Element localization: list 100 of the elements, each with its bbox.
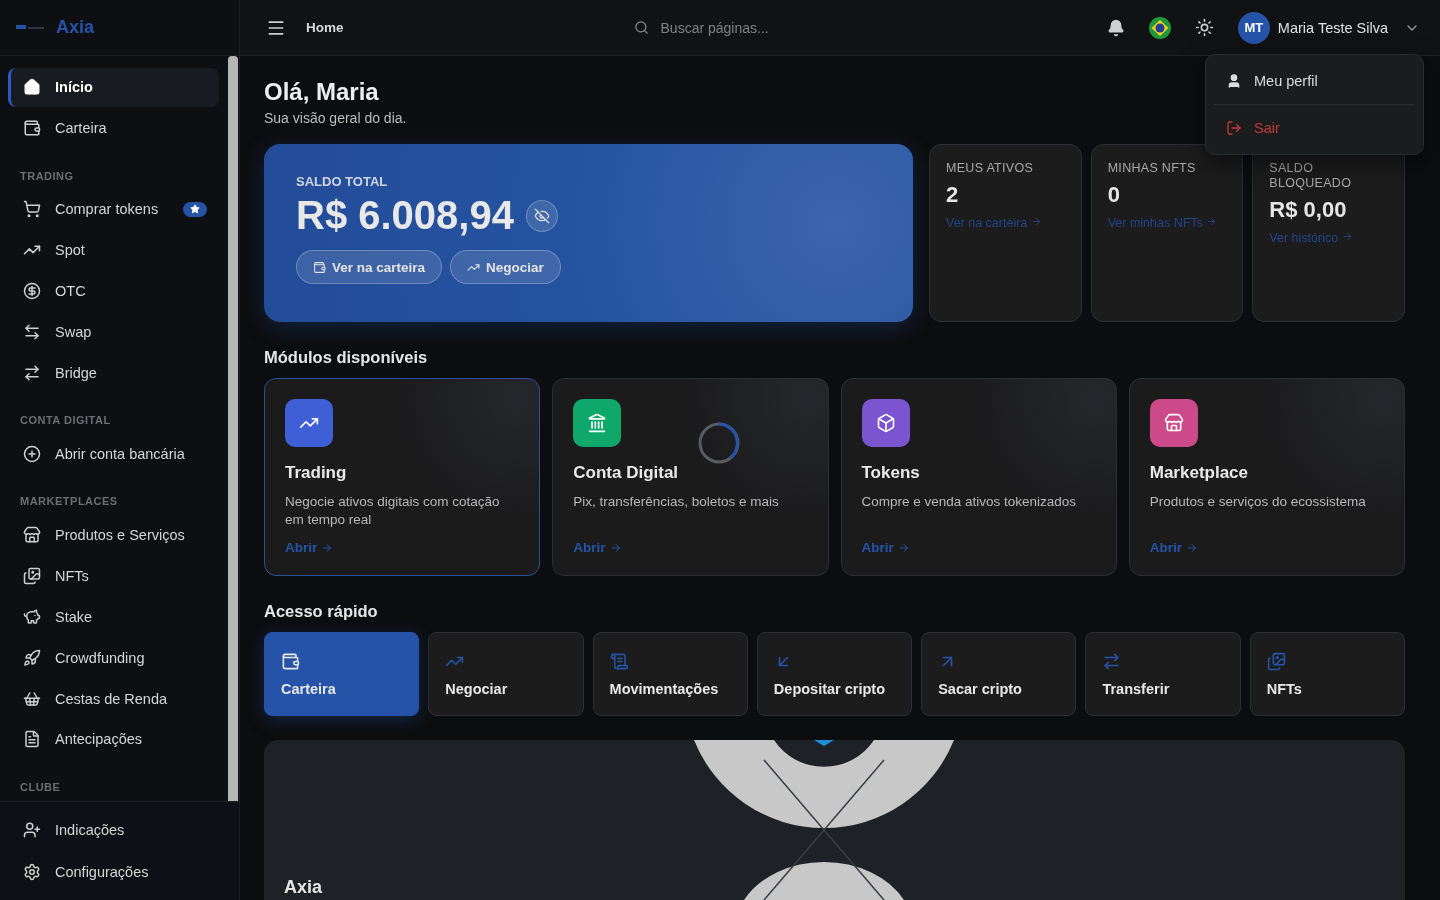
document-icon [23, 730, 41, 749]
module-title: Conta Digital [573, 463, 679, 483]
item-label: NFTs [55, 567, 89, 584]
module-description: Negocie ativos digitais com cotação em tempo real [285, 493, 501, 529]
item-label: Configurações [55, 864, 149, 880]
item-label: Stake [55, 608, 93, 625]
sidebar-item[interactable]: Stake [8, 597, 219, 637]
stat-value: R$ 0,00 [1269, 197, 1347, 223]
greeting-subtitle: Sua visão geral do dia. [264, 110, 407, 126]
module-card[interactable]: Tokens Compre e venda ativos tokenizados Abrir [840, 378, 1117, 576]
user-plus-icon [23, 821, 41, 839]
document-icon [609, 651, 629, 671]
module-card[interactable]: Conta Digital Pix, transferências, boletos e mais Abrir [552, 378, 829, 576]
item-label: Comprar tokens [55, 201, 159, 218]
breadcrumb: Home [306, 20, 344, 35]
plus-circle-icon [23, 444, 41, 463]
arrow-right-icon [1186, 541, 1198, 554]
user-menu-button[interactable]: MT Maria Teste Silva [1237, 11, 1420, 44]
menu-item[interactable]: Meu perfil [1212, 61, 1417, 101]
sidebar-item[interactable]: Configurações [8, 852, 231, 892]
section-heading: MARKETPLACES [19, 494, 119, 510]
sidebar-item[interactable]: Produtos e Serviços [8, 515, 219, 555]
wallet-icon [281, 651, 300, 671]
stat-label: MINHAS NFTS [1107, 161, 1196, 176]
menu-label: Sair [1254, 120, 1280, 136]
sidebar-item[interactable]: Antecipações [8, 720, 219, 759]
module-description: Compre e venda ativos tokenizados [861, 493, 1077, 511]
rocket-icon [23, 648, 41, 667]
search-field[interactable]: Buscar páginas... [658, 18, 934, 37]
quick-access-button[interactable]: Negociar [428, 632, 584, 716]
quick-access-button[interactable]: Carteira [264, 632, 420, 716]
section-title: Módulos disponíveis [264, 348, 429, 367]
module-card[interactable]: Trading Negocie ativos digitais com cotação em tempo real Abrir [264, 378, 541, 576]
sidebar-item[interactable]: Início [8, 68, 219, 107]
sun-icon[interactable] [1194, 18, 1214, 37]
sidebar-item[interactable]: Cestas de Renda [8, 679, 219, 718]
item-label: Spot [55, 242, 85, 259]
module-description: Produtos e serviços do ecossistema [1149, 493, 1366, 511]
flag-icon[interactable] [1148, 16, 1171, 39]
item-label: Cestas de Renda [55, 690, 168, 707]
quick-access-button[interactable]: Transferir [1085, 632, 1241, 716]
arrow-right-icon [321, 541, 334, 554]
quick-access-button[interactable]: NFTs [1249, 632, 1405, 716]
quick-access-button[interactable]: Sacar cripto [921, 632, 1077, 716]
sidebar-item[interactable]: Carteira [8, 108, 219, 148]
home-icon [23, 78, 41, 97]
arrow-right-icon [609, 541, 622, 554]
stat-label: MEUS ATIVOS [946, 161, 1034, 176]
sidebar-item[interactable]: Indicações [8, 810, 231, 850]
item-label: Bridge [55, 365, 97, 381]
avatar: MT [1237, 11, 1270, 44]
piggy-bank-icon [23, 607, 41, 626]
stat-label: SALDO BLOQUEADO [1269, 161, 1353, 191]
item-label: Indicações [55, 822, 125, 838]
item-label: OTC [55, 283, 86, 300]
balance-label: SALDO TOTAL [296, 174, 389, 189]
arrow-right-icon [1030, 216, 1042, 227]
quick-access-button[interactable]: Depositar cripto [756, 632, 913, 716]
quick-access-button[interactable]: Movimentações [592, 632, 748, 716]
balance-action-button[interactable]: Ver na carteira [296, 250, 443, 284]
menu-label: Meu perfil [1254, 73, 1318, 89]
arrow-right-icon [897, 541, 910, 554]
logo-text: Axia [56, 17, 95, 38]
arrows-icon [1102, 651, 1122, 671]
sidebar-item[interactable]: NFTs [8, 556, 219, 596]
balance-action-button[interactable]: Negociar [450, 250, 561, 284]
dollar-cycle-icon [23, 282, 41, 301]
scrollbar[interactable] [228, 56, 238, 801]
wallet-icon [313, 260, 326, 274]
stat-value: 2 [946, 182, 959, 208]
sidebar-item[interactable]: Abrir conta bancária [8, 434, 219, 474]
section-heading: TRADING [19, 168, 75, 184]
wallet-icon [23, 119, 41, 138]
eye-off-icon [533, 207, 550, 224]
store-icon [23, 525, 41, 544]
module-title: Marketplace [1149, 463, 1249, 483]
sidebar-item[interactable]: Swap [8, 312, 219, 352]
module-card[interactable]: Marketplace Produtos e serviços do ecossistema Abrir [1128, 378, 1405, 576]
section-heading: CONTA DIGITAL [19, 413, 112, 429]
item-label: Produtos e Serviços [55, 526, 185, 543]
stat-value: 0 [1107, 182, 1120, 208]
star-icon [190, 204, 200, 215]
logout-icon [1226, 120, 1242, 136]
sidebar-item[interactable]: OTC [8, 271, 219, 311]
images-icon [1266, 651, 1286, 671]
sidebar-item[interactable]: Comprar tokens [8, 189, 219, 229]
search-icon [633, 20, 649, 35]
cart-icon [23, 200, 41, 219]
sidebar-item[interactable]: Bridge [8, 353, 219, 393]
arrow-right-icon [1341, 231, 1353, 242]
bell-icon[interactable] [1106, 18, 1125, 37]
hide-balance-button[interactable] [525, 199, 558, 232]
arrows-icon [23, 364, 41, 382]
item-label: Swap [55, 324, 92, 341]
arrow-right-icon [1206, 216, 1218, 227]
item-label: Antecipações [55, 731, 143, 748]
settings-icon [23, 863, 41, 881]
sidebar-item[interactable]: Spot [8, 230, 219, 270]
sidebar-item[interactable]: Crowdfunding [8, 638, 219, 678]
images-icon [23, 566, 41, 585]
